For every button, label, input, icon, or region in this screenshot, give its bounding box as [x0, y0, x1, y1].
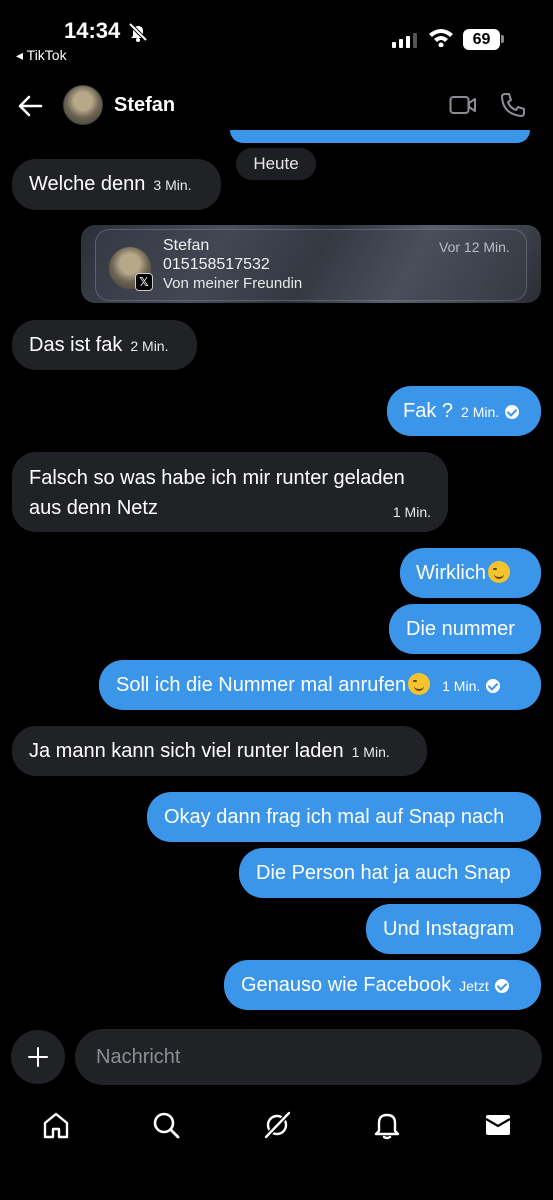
shared-contact-number: 015158517532 [163, 256, 270, 273]
read-check-icon [494, 979, 509, 993]
contact-name[interactable]: Stefan [114, 94, 175, 117]
battery-nub [501, 35, 504, 43]
message-text: Das ist fak [29, 334, 123, 356]
nav-search[interactable] [146, 1105, 186, 1145]
add-attachment-button[interactable] [11, 1030, 65, 1084]
message-bubble-outgoing[interactable]: Wirklich [400, 548, 541, 598]
message-time: 2 Min. [130, 338, 169, 354]
read-check-icon [505, 405, 520, 419]
winking-face-emoji-icon [408, 673, 431, 695]
messages-icon [485, 1115, 511, 1135]
message-text: Und Instagram [383, 918, 515, 940]
message-text-line: Falsch so was habe ich mir runter gelade… [29, 467, 405, 489]
message-time: Jetzt [459, 978, 489, 994]
message-input[interactable] [75, 1029, 542, 1085]
message-time: 1 Min. [392, 504, 431, 520]
message-bubble-outgoing[interactable]: Okay dann frag ich mal auf Snap nach [147, 792, 541, 842]
message-bubble-outgoing[interactable]: Soll ich die Nummer mal anrufen 1 Min. [99, 660, 541, 710]
previous-message-bubble [230, 130, 530, 143]
message-bubble-outgoing[interactable]: Genauso wie Facebook Jetzt [224, 960, 541, 1010]
message-text: Genauso wie Facebook [241, 974, 452, 996]
back-arrow-icon[interactable] [16, 92, 44, 120]
message-text-line: aus denn Netz [29, 497, 158, 519]
x-logo-icon: 𝕏 [135, 273, 153, 291]
nav-grok[interactable] [257, 1105, 297, 1145]
grok-icon [264, 1111, 291, 1139]
message-bubble-outgoing[interactable]: Fak ? 2 Min. [387, 386, 541, 436]
shared-contact-name: Stefan [163, 237, 210, 254]
winking-face-emoji-icon [488, 561, 510, 583]
message-bubble-outgoing[interactable]: Und Instagram [366, 904, 541, 954]
message-text: Okay dann frag ich mal auf Snap nach [164, 806, 505, 828]
nav-home[interactable] [36, 1105, 76, 1145]
message-text: Fak ? [403, 400, 454, 422]
wifi-icon [429, 29, 453, 47]
message-time: 2 Min. [461, 404, 500, 420]
notifications-icon [374, 1113, 400, 1140]
read-check-icon [486, 679, 501, 693]
message-time: 3 Min. [153, 177, 192, 193]
back-to-app-link[interactable]: ◂ TikTok [16, 47, 67, 64]
cellular-signal-icon [392, 32, 417, 48]
message-text: Wirklich [416, 562, 486, 584]
shared-contact-card[interactable]: 𝕏 Stefan 015158517532 Von meiner Freundi… [81, 225, 541, 303]
message-time: 1 Min. [351, 744, 390, 760]
message-text: Soll ich die Nummer mal anrufen [116, 674, 407, 696]
contact-avatar[interactable] [63, 85, 103, 125]
bottom-navigation [0, 1105, 553, 1149]
message-bubble-incoming[interactable]: Welche denn 3 Min. [12, 159, 221, 210]
home-icon [43, 1112, 69, 1139]
nav-notifications[interactable] [367, 1105, 407, 1145]
nav-messages[interactable] [478, 1105, 518, 1145]
message-text: Die Person hat ja auch Snap [256, 862, 511, 884]
video-call-icon[interactable] [449, 94, 477, 116]
message-time: 1 Min. [442, 678, 481, 694]
message-bubble-incoming[interactable]: Falsch so was habe ich mir runter gelade… [12, 452, 448, 532]
message-bubble-outgoing[interactable]: Die nummer [389, 604, 541, 654]
message-bubble-outgoing[interactable]: Die Person hat ja auch Snap [239, 848, 541, 898]
battery-indicator: 69 [463, 29, 500, 50]
message-text: Die nummer [406, 618, 515, 640]
shared-contact-time: Vor 12 Min. [439, 239, 510, 255]
message-text: Ja mann kann sich viel runter laden [29, 740, 344, 762]
status-bar: 14:34 ◂ TikTok 69 [0, 0, 553, 70]
bell-off-icon [128, 22, 148, 42]
search-icon [153, 1112, 180, 1139]
chat-header: Stefan [0, 74, 553, 138]
message-bubble-incoming[interactable]: Das ist fak 2 Min. [12, 320, 197, 370]
message-bubble-incoming[interactable]: Ja mann kann sich viel runter laden 1 Min… [12, 726, 427, 776]
phone-call-icon[interactable] [500, 92, 526, 118]
date-separator: Heute [236, 148, 316, 180]
status-time: 14:34 [64, 18, 121, 43]
shared-contact-note: Von meiner Freundin [163, 275, 303, 292]
message-text: Welche denn [29, 173, 146, 195]
